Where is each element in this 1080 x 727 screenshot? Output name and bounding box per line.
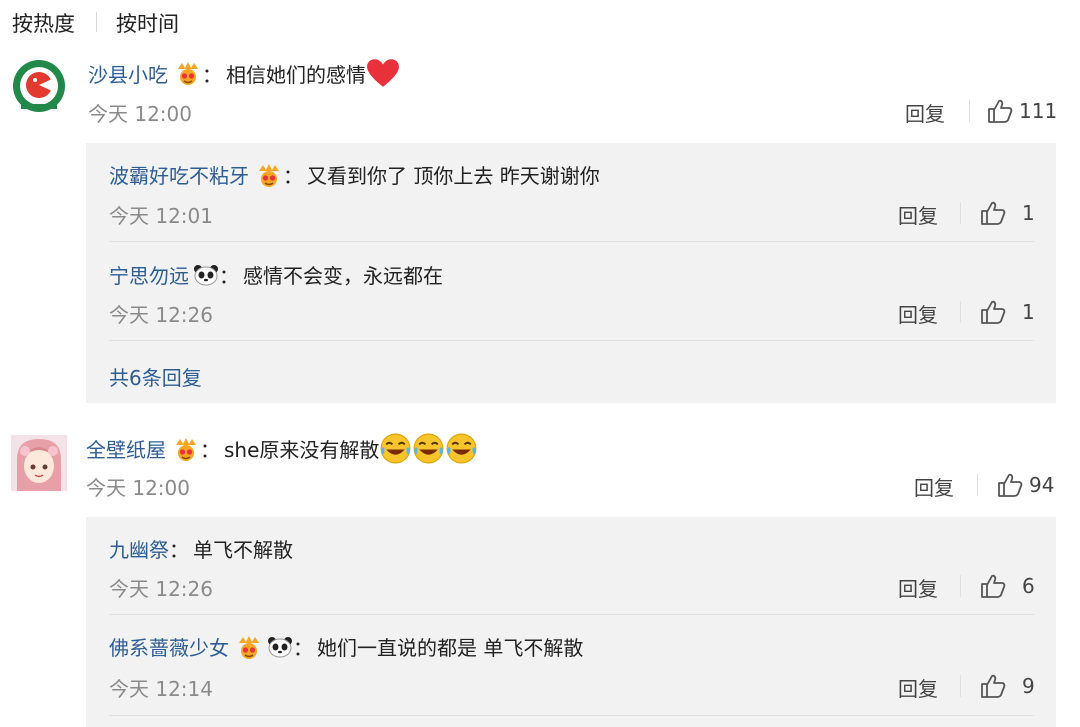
timestamp: 今天 12:01 <box>109 204 213 228</box>
timestamp: 今天 12:00 <box>86 476 190 500</box>
colon: ： <box>293 636 313 660</box>
timestamp: 今天 12:26 <box>109 577 213 601</box>
colon: ： <box>169 538 189 562</box>
sort-by-hot-tab[interactable]: 按热度 <box>12 8 75 38</box>
reply-separator <box>109 715 1034 716</box>
colon: ： <box>202 62 222 87</box>
reply-text: 又看到你了 顶你上去 昨天谢谢你 <box>307 164 600 188</box>
timestamp: 今天 12:00 <box>88 102 192 126</box>
colon: ： <box>283 164 303 188</box>
laugh-cry-emoji-icon <box>445 432 478 465</box>
like-button[interactable]: 111 <box>987 98 1057 124</box>
action-divider <box>969 100 970 122</box>
thumbs-up-icon <box>980 573 1006 599</box>
thumbs-up-icon <box>980 299 1006 325</box>
action-divider <box>960 575 961 597</box>
like-count: 9 <box>1022 674 1035 698</box>
thumbs-up-icon <box>997 472 1023 498</box>
username-link[interactable]: 佛系蔷薇少女 <box>109 632 229 661</box>
heart-emoji-icon <box>366 58 400 88</box>
colon: ： <box>219 264 239 288</box>
like-count: 111 <box>1019 99 1058 123</box>
reply-separator <box>109 340 1034 341</box>
sort-by-time-tab[interactable]: 按时间 <box>116 8 179 38</box>
username-link[interactable]: 宁思勿远 <box>109 260 189 289</box>
panda-icon <box>193 264 219 286</box>
action-divider <box>960 675 961 697</box>
colon: ： <box>200 438 220 462</box>
vip-crown-icon <box>172 436 200 462</box>
like-count: 1 <box>1022 300 1035 324</box>
username-link[interactable]: 九幽祭 <box>109 534 169 563</box>
reply-text: 单飞不解散 <box>193 538 293 562</box>
like-button[interactable]: 6 <box>980 573 1035 599</box>
reply-separator <box>109 614 1034 615</box>
laugh-cry-emoji-icon <box>412 432 445 465</box>
avatar[interactable] <box>11 58 67 114</box>
action-divider <box>960 301 961 323</box>
reply-button[interactable]: 回复 <box>905 98 945 127</box>
sort-bar: 按热度 按时间 <box>0 0 1080 42</box>
comment-text: she原来没有解散 <box>224 438 380 462</box>
avatar[interactable] <box>11 435 67 491</box>
reply-line: 佛系蔷薇少女 ： 她们一直说的都是 单飞不解散 <box>109 632 583 661</box>
timestamp: 今天 12:14 <box>109 677 213 701</box>
thumbs-up-icon <box>980 673 1006 699</box>
panda-icon <box>267 636 293 658</box>
username-link[interactable]: 全壁纸屋 <box>86 434 166 463</box>
action-divider <box>960 202 961 224</box>
laugh-cry-emoji-icon <box>379 432 412 465</box>
view-all-replies-link[interactable]: 共6条回复 <box>109 362 202 391</box>
reply-button[interactable]: 回复 <box>914 472 954 501</box>
vip-crown-icon <box>174 60 202 86</box>
like-count: 6 <box>1022 574 1035 598</box>
like-count: 94 <box>1029 473 1055 497</box>
reply-button[interactable]: 回复 <box>898 200 938 229</box>
timestamp: 今天 12:26 <box>109 303 213 327</box>
like-button[interactable]: 94 <box>997 472 1054 498</box>
comment-text: 相信她们的感情 <box>226 62 366 87</box>
like-button[interactable]: 1 <box>980 299 1035 325</box>
shaxian-logo-icon <box>11 58 67 114</box>
comment-line: 全壁纸屋 ： she原来没有解散 <box>86 432 478 465</box>
reply-button[interactable]: 回复 <box>898 673 938 702</box>
username-link[interactable]: 波霸好吃不粘牙 <box>109 160 249 189</box>
reply-button[interactable]: 回复 <box>898 299 938 328</box>
vip-crown-icon <box>255 162 283 188</box>
vip-crown-icon <box>235 634 263 660</box>
reply-line: 九幽祭 ： 单飞不解散 <box>109 534 293 563</box>
action-divider <box>977 474 978 496</box>
like-button[interactable]: 1 <box>980 200 1035 226</box>
anime-avatar-icon <box>11 435 67 491</box>
reply-separator <box>109 241 1034 242</box>
username-link[interactable]: 沙县小吃 <box>88 59 168 88</box>
like-count: 1 <box>1022 201 1035 225</box>
thumbs-up-icon <box>987 98 1013 124</box>
like-button[interactable]: 9 <box>980 673 1035 699</box>
thumbs-up-icon <box>980 200 1006 226</box>
reply-line: 宁思勿远 ： 感情不会变，永远都在 <box>109 260 443 289</box>
reply-line: 波霸好吃不粘牙 ： 又看到你了 顶你上去 昨天谢谢你 <box>109 160 600 189</box>
comment-line: 沙县小吃 ： 相信她们的感情 <box>88 58 400 88</box>
reply-text: 感情不会变，永远都在 <box>243 264 443 288</box>
reply-text: 她们一直说的都是 单飞不解散 <box>317 636 584 660</box>
sort-divider <box>96 12 97 32</box>
reply-button[interactable]: 回复 <box>898 573 938 602</box>
